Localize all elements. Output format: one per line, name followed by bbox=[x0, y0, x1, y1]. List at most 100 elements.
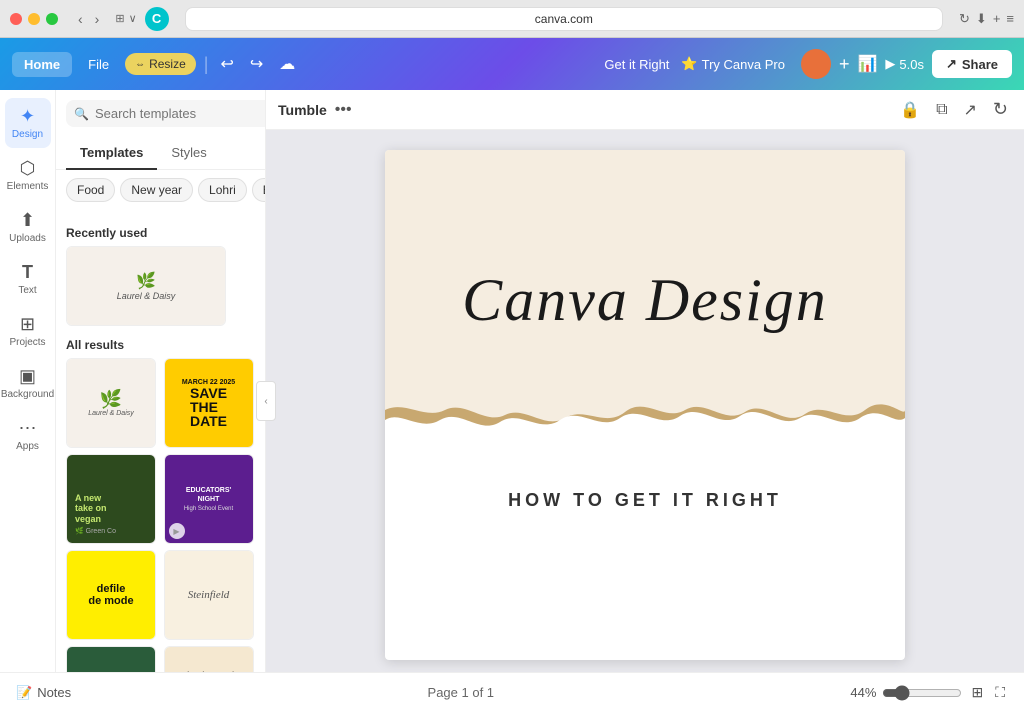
minimize-traffic-light[interactable] bbox=[28, 13, 40, 25]
canvas-scroll-area[interactable]: Canva Design HOW TO GET IT RIGHT + Add p… bbox=[266, 130, 1024, 672]
analytics-button[interactable]: 📊 bbox=[857, 54, 877, 74]
chip-lohri[interactable]: Lohri bbox=[198, 178, 247, 202]
template-save-date-design: MARCH 22 2025 SAVETHEDATE bbox=[165, 359, 253, 447]
add-collaborator-button[interactable]: + bbox=[839, 54, 850, 75]
cloud-save-button[interactable]: ☁ bbox=[275, 50, 299, 78]
template-laurel[interactable]: 🌿 Laurel & Daisy bbox=[66, 358, 156, 448]
crown-icon: ⭐ bbox=[681, 56, 697, 72]
recently-used-grid: 🌿 Laurel & Daisy bbox=[66, 246, 255, 326]
sidebar-item-background-label: Background bbox=[1, 389, 54, 400]
window-controls: ⊞ ∨ bbox=[115, 12, 136, 25]
forward-button[interactable]: › bbox=[91, 9, 104, 29]
browser-chrome: ‹ › ⊞ ∨ C canva.com ↻ ⬇ + ≡ bbox=[0, 0, 1024, 38]
duplicate-button[interactable]: ⧉ bbox=[932, 97, 951, 123]
share-button[interactable]: ↗ Share bbox=[932, 50, 1012, 78]
play-button[interactable]: ▶ 5.0s bbox=[885, 56, 924, 72]
template-laurel-recent[interactable]: 🌿 Laurel & Daisy bbox=[66, 246, 226, 326]
sidebar-item-projects[interactable]: ⊞ Projects bbox=[5, 306, 51, 356]
sidebar-item-apps-label: Apps bbox=[16, 441, 39, 452]
chip-birthday[interactable]: Birthday bbox=[252, 178, 265, 202]
design-top-section: Canva Design bbox=[385, 150, 905, 450]
panel-content: Recently used 🌿 Laurel & Daisy All resul… bbox=[56, 210, 265, 672]
design-subtitle-text: HOW TO GET IT RIGHT bbox=[508, 490, 782, 511]
left-panel: 🔍 ⊞ Templates Styles Food New year Lohri… bbox=[56, 90, 266, 672]
template-laurel-preview: 🌿 Laurel & Daisy bbox=[67, 247, 225, 325]
add-page-bar: + Add page bbox=[385, 660, 905, 672]
search-input[interactable] bbox=[95, 106, 266, 121]
all-results-grid: 🌿 Laurel & Daisy MARCH 22 2025 SAVETHEDA… bbox=[66, 358, 255, 672]
top-toolbar: Home File ⇔ Resize | ↩ ↪ ☁ Get it Right … bbox=[0, 38, 1024, 90]
browser-action-1[interactable]: ↻ bbox=[959, 11, 970, 27]
close-traffic-light[interactable] bbox=[10, 13, 22, 25]
sidebar-item-elements[interactable]: ⬡ Elements bbox=[5, 150, 51, 200]
address-bar[interactable]: canva.com bbox=[185, 7, 943, 31]
template-defile[interactable]: defilede mode bbox=[66, 550, 156, 640]
maximize-traffic-light[interactable] bbox=[46, 13, 58, 25]
sidebar-toggle-button[interactable]: ⊞ bbox=[115, 12, 124, 25]
browser-actions: ↻ ⬇ + ≡ bbox=[959, 11, 1014, 27]
resize-button[interactable]: ⇔ Resize bbox=[125, 53, 196, 75]
canvas-frame: Canva Design HOW TO GET IT RIGHT bbox=[385, 150, 905, 660]
file-button[interactable]: File bbox=[80, 52, 117, 77]
fit-page-button[interactable]: ⊞ bbox=[968, 681, 986, 704]
sidebar-item-projects-label: Projects bbox=[9, 337, 45, 348]
zoom-controls: 44% ⊞ ⛶ bbox=[850, 681, 1008, 704]
tab-styles[interactable]: Styles bbox=[157, 137, 220, 170]
browser-action-4[interactable]: ≡ bbox=[1006, 11, 1014, 26]
undo-button[interactable]: ↩ bbox=[216, 50, 237, 78]
apps-icon: ⋯ bbox=[19, 418, 37, 439]
uploads-icon: ⬆ bbox=[20, 210, 35, 231]
chip-new-year[interactable]: New year bbox=[120, 178, 193, 202]
tab-templates[interactable]: Templates bbox=[66, 137, 157, 170]
app: Home File ⇔ Resize | ↩ ↪ ☁ Get it Right … bbox=[0, 38, 1024, 712]
refresh-button[interactable]: ↻ bbox=[989, 95, 1012, 124]
canvas-area: Tumble ••• 🔒 ⧉ ↗ ↻ Canva Design bbox=[266, 90, 1024, 672]
template-workplace-design: WorkplaceInclusivity bbox=[67, 647, 155, 672]
notes-button[interactable]: 📝 Notes bbox=[16, 685, 71, 701]
browser-nav: ‹ › bbox=[74, 9, 103, 29]
sidebar-item-background[interactable]: ▣ Background bbox=[5, 358, 51, 408]
avatar-button[interactable] bbox=[801, 49, 831, 79]
tabs-row: Templates Styles bbox=[56, 137, 265, 170]
template-vegan[interactable]: A newtake onvegan 🌿 Green Co bbox=[66, 454, 156, 544]
elements-icon: ⬡ bbox=[20, 158, 36, 179]
chip-food[interactable]: Food bbox=[66, 178, 115, 202]
template-steinfield[interactable]: Steinfield bbox=[164, 550, 254, 640]
template-laurel-design: 🌿 Laurel & Daisy bbox=[67, 359, 155, 447]
sidebar-item-design[interactable]: ✦ Design bbox=[5, 98, 51, 148]
sidebar-item-apps[interactable]: ⋯ Apps bbox=[5, 410, 51, 460]
window-more-button[interactable]: ∨ bbox=[129, 12, 137, 25]
template-vegan-design: A newtake onvegan 🌿 Green Co bbox=[67, 455, 155, 543]
chips-row: Food New year Lohri Birthday › bbox=[56, 170, 265, 210]
fullscreen-button[interactable]: ⛶ bbox=[992, 681, 1008, 704]
background-icon: ▣ bbox=[19, 366, 36, 387]
browser-action-2[interactable]: ⬇ bbox=[976, 11, 987, 27]
browser-action-3[interactable]: + bbox=[993, 11, 1001, 26]
zoom-slider[interactable] bbox=[882, 685, 962, 701]
sidebar-item-text[interactable]: T Text bbox=[5, 254, 51, 304]
video-play-overlay: ▶ bbox=[169, 523, 185, 539]
back-button[interactable]: ‹ bbox=[74, 9, 87, 29]
template-save-date[interactable]: MARCH 22 2025 SAVETHEDATE bbox=[164, 358, 254, 448]
sidebar-item-text-label: Text bbox=[18, 285, 36, 296]
canva-pro-button[interactable]: ⭐ Try Canva Pro bbox=[681, 56, 785, 72]
search-input-wrap: 🔍 bbox=[66, 100, 266, 127]
page-info: Page 1 of 1 bbox=[79, 685, 842, 700]
more-options-button[interactable]: ••• bbox=[335, 101, 352, 119]
sidebar-icons: ✦ Design ⬡ Elements ⬆ Uploads T Text ⊞ P… bbox=[0, 90, 56, 672]
template-sale-design: The Big AnnualSuper Sale 🛍️ bbox=[165, 647, 253, 672]
get-it-right-button[interactable]: Get it Right bbox=[604, 57, 669, 72]
zoom-percentage: 44% bbox=[850, 685, 876, 700]
lock-button[interactable]: 🔒 bbox=[896, 96, 924, 124]
export-button[interactable]: ↗ bbox=[960, 96, 981, 124]
template-educators[interactable]: EDUCATORS'NIGHT High School Event ▶ bbox=[164, 454, 254, 544]
main-area: ✦ Design ⬡ Elements ⬆ Uploads T Text ⊞ P… bbox=[0, 90, 1024, 672]
home-button[interactable]: Home bbox=[12, 52, 72, 77]
template-big-sale[interactable]: The Big AnnualSuper Sale 🛍️ bbox=[164, 646, 254, 672]
redo-button[interactable]: ↪ bbox=[246, 50, 267, 78]
sidebar-item-uploads[interactable]: ⬆ Uploads bbox=[5, 202, 51, 252]
template-workplace[interactable]: WorkplaceInclusivity bbox=[66, 646, 156, 672]
all-results-label: All results bbox=[66, 338, 255, 352]
panel-collapse-handle[interactable]: ‹ bbox=[256, 381, 276, 421]
document-name-button[interactable]: Tumble bbox=[278, 102, 327, 118]
